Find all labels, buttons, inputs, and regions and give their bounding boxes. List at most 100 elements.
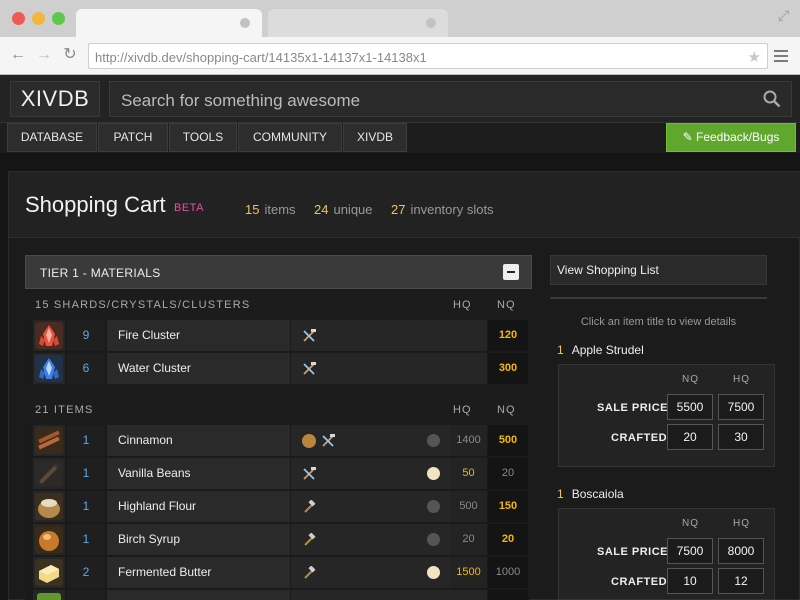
item-qty: 1	[67, 491, 105, 522]
table-row: 9 Fire Cluster 120	[25, 320, 530, 352]
recipe-name: Boscaiola	[571, 487, 624, 501]
tab-close-icon[interactable]	[426, 18, 436, 28]
gathering-tools-icon[interactable]	[321, 434, 335, 448]
sale-price-label: SALE PRICE	[597, 402, 669, 414]
hq-price: 500	[450, 491, 487, 522]
close-window-button[interactable]	[12, 12, 25, 25]
hq-column-label: HQ	[733, 518, 750, 529]
crafted-nq: 20	[667, 424, 713, 450]
recipe-details: NQ HQ SALE PRICE CRAFTED 5500 7500 20 30	[558, 364, 775, 467]
coin-icon[interactable]	[302, 434, 316, 448]
nav-database[interactable]: DATABASE	[7, 123, 97, 152]
tab-close-icon[interactable]	[240, 18, 250, 28]
tier-label: TIER 1 - MATERIALS	[40, 266, 161, 280]
nq-price: 150	[488, 491, 528, 522]
section-header-items: 21 ITEMS HQ NQ	[25, 398, 530, 422]
item-name[interactable]: Cinnamon	[107, 425, 290, 456]
recipe-name: Apple Strudel	[571, 343, 644, 357]
table-row: 1 Vanilla Beans 50 20	[25, 458, 530, 490]
back-arrow-icon[interactable]: ←	[8, 45, 28, 65]
nq-price: 1000	[488, 557, 528, 588]
recipe-title[interactable]: 1 Apple Strudel	[557, 343, 644, 357]
reload-icon[interactable]: ↻	[60, 45, 80, 65]
item-qty: 2	[67, 557, 105, 588]
recipe-title[interactable]: 1 Boscaiola	[557, 487, 624, 501]
item-name[interactable]: Birch Syrup	[107, 524, 290, 555]
browser-menu-icon[interactable]	[774, 50, 788, 65]
item-name[interactable]	[107, 590, 290, 600]
item-name[interactable]: Water Cluster	[107, 353, 290, 384]
stat-unique: 24 unique	[314, 202, 373, 217]
item-qty: 9	[67, 320, 105, 351]
minimize-window-button[interactable]	[32, 12, 45, 25]
sale-price-nq: 5500	[667, 394, 713, 420]
url-input[interactable]: http://xivdb.dev/shopping-cart/14135x1-1…	[88, 43, 768, 69]
hq-toggle-icon[interactable]	[427, 566, 440, 579]
item-name[interactable]: Fermented Butter	[107, 557, 290, 588]
recipe-qty: 1	[557, 487, 564, 501]
feedback-label: Feedback/Bugs	[696, 130, 780, 144]
nq-column-label: NQ	[682, 374, 699, 385]
nq-price: 500	[488, 425, 528, 456]
collapse-icon[interactable]	[503, 264, 519, 280]
nav-patch[interactable]: PATCH	[98, 123, 168, 152]
nq-column-label: NQ	[682, 518, 699, 529]
nav-xivdb[interactable]: XIVDB	[343, 123, 407, 152]
table-row: 6 Water Cluster 300	[25, 353, 530, 385]
browser-tab-inactive[interactable]	[268, 9, 448, 37]
gathering-tools-icon[interactable]	[302, 467, 316, 481]
item-qty: 1	[67, 458, 105, 489]
vanilla-beans-icon	[35, 460, 63, 487]
search-icon[interactable]	[763, 90, 781, 108]
hammer-icon[interactable]	[302, 500, 316, 514]
hammer-icon[interactable]	[302, 566, 316, 580]
table-row: 2 Fermented Butter 1500 1000	[25, 557, 530, 589]
hq-toggle-icon[interactable]	[427, 434, 440, 447]
hq-toggle-icon[interactable]	[427, 500, 440, 513]
view-shopping-list-button[interactable]: View Shopping List	[550, 255, 767, 285]
hq-price: 1500	[450, 557, 487, 588]
item-name[interactable]: Fire Cluster	[107, 320, 290, 351]
bookmark-star-icon[interactable]: ★	[748, 48, 761, 66]
hq-toggle-icon[interactable]	[427, 533, 440, 546]
tab-bar: ⤢	[0, 0, 800, 37]
gathering-tools-icon[interactable]	[302, 329, 316, 343]
gathering-tools-icon[interactable]	[302, 362, 316, 376]
item-icon-cell	[33, 353, 65, 384]
search-placeholder: Search for something awesome	[121, 91, 361, 110]
item-name[interactable]: Highland Flour	[107, 491, 290, 522]
hammer-icon[interactable]	[302, 533, 316, 547]
table-row	[25, 590, 530, 600]
section-header-crystals: 15 SHARDS/CRYSTALS/CLUSTERS HQ NQ	[25, 293, 530, 317]
item-source-cell	[291, 353, 487, 384]
maximize-window-button[interactable]	[52, 12, 65, 25]
nav-tools[interactable]: TOOLS	[169, 123, 237, 152]
site-header: XIVDB Search for something awesome	[0, 75, 800, 123]
forward-arrow-icon[interactable]: →	[34, 45, 54, 65]
fullscreen-icon[interactable]: ⤢	[778, 8, 792, 22]
search-input[interactable]: Search for something awesome	[109, 81, 792, 117]
crafted-hq: 30	[718, 424, 764, 450]
feedback-button[interactable]: ✎ Feedback/Bugs	[666, 123, 796, 152]
sale-price-nq: 7500	[667, 538, 713, 564]
hq-price: 1400	[450, 425, 487, 456]
hq-price: 50	[450, 458, 487, 489]
crafted-label: CRAFTED	[611, 576, 668, 588]
tier-header[interactable]: TIER 1 - MATERIALS	[25, 255, 532, 289]
browser-chrome: ⤢ ← → ↻ http://xivdb.dev/shopping-cart/1…	[0, 0, 800, 75]
table-row: 1 Birch Syrup 20 20	[25, 524, 530, 556]
table-row: 1 Highland Flour 500 150	[25, 491, 530, 523]
item-icon-cell	[33, 458, 65, 489]
item-qty: 6	[67, 353, 105, 384]
item-icon-cell	[33, 524, 65, 555]
beta-badge: BETA	[174, 202, 204, 214]
highland-flour-icon	[35, 493, 63, 520]
item-name[interactable]: Vanilla Beans	[107, 458, 290, 489]
hq-column-label: HQ	[453, 404, 472, 416]
browser-tab-active[interactable]	[76, 9, 262, 37]
item-qty	[67, 590, 105, 600]
site-logo[interactable]: XIVDB	[10, 81, 100, 117]
nq-price: 20	[488, 524, 528, 555]
hq-toggle-icon[interactable]	[427, 467, 440, 480]
nav-community[interactable]: COMMUNITY	[238, 123, 342, 152]
